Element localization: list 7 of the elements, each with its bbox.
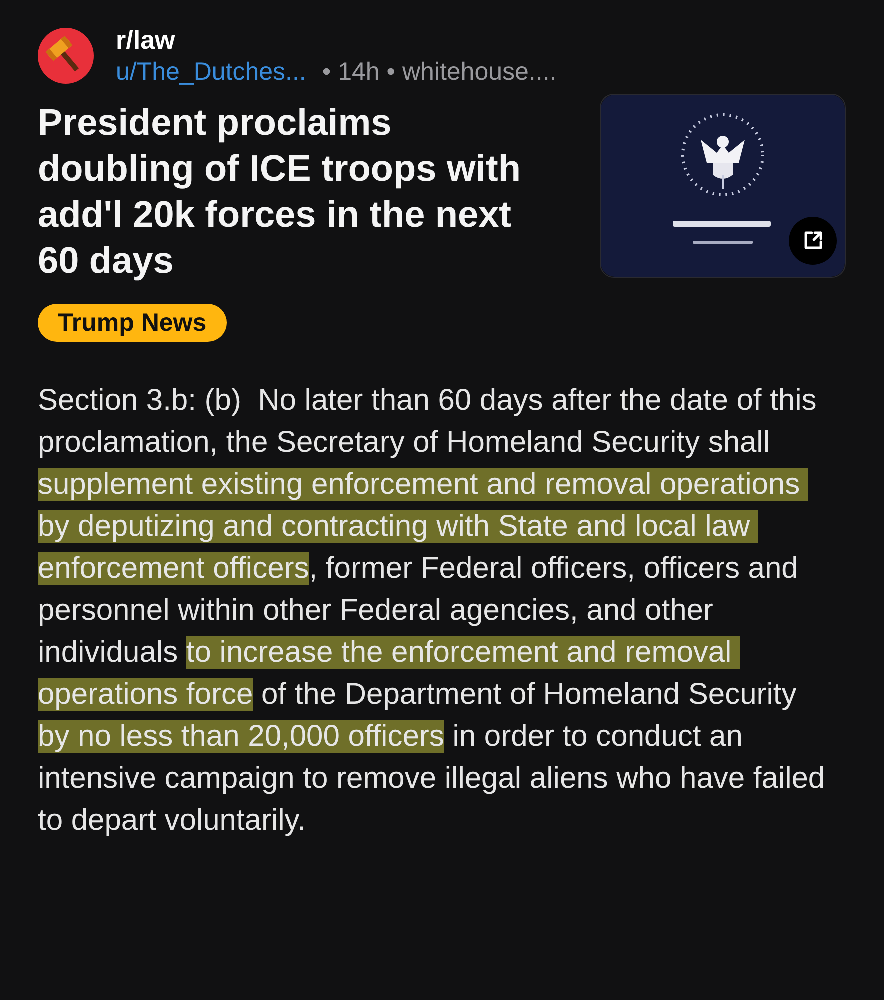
gavel-icon <box>38 28 94 84</box>
post-body: Section 3.b: (b) No later than 60 days after the date of this proclamation, the Secretary of Homeland Security shall supplement existing enforcement and removal operations by deputizing and contracting with State and local law enforcement officers, former Federal officers, officers and personnel within other Federal agencies, and other individuals to increase the enforcement and removal operations force of the Department of Homeland Security by no less than 20,000 officers in order to conduct an intensive campaign to remove illegal aliens who have failed to depart voluntarily. <box>38 383 826 839</box>
author-link[interactable]: u/The_Dutches... <box>116 56 306 88</box>
subreddit-name[interactable]: r/law <box>116 24 557 56</box>
post-title: President proclaims doubling of ICE troops with add'l 20k forces in the next 60 days <box>38 101 522 283</box>
flair-tag[interactable]: Trump News <box>38 304 227 342</box>
post-meta: • 14h • whitehouse.... <box>322 57 557 88</box>
